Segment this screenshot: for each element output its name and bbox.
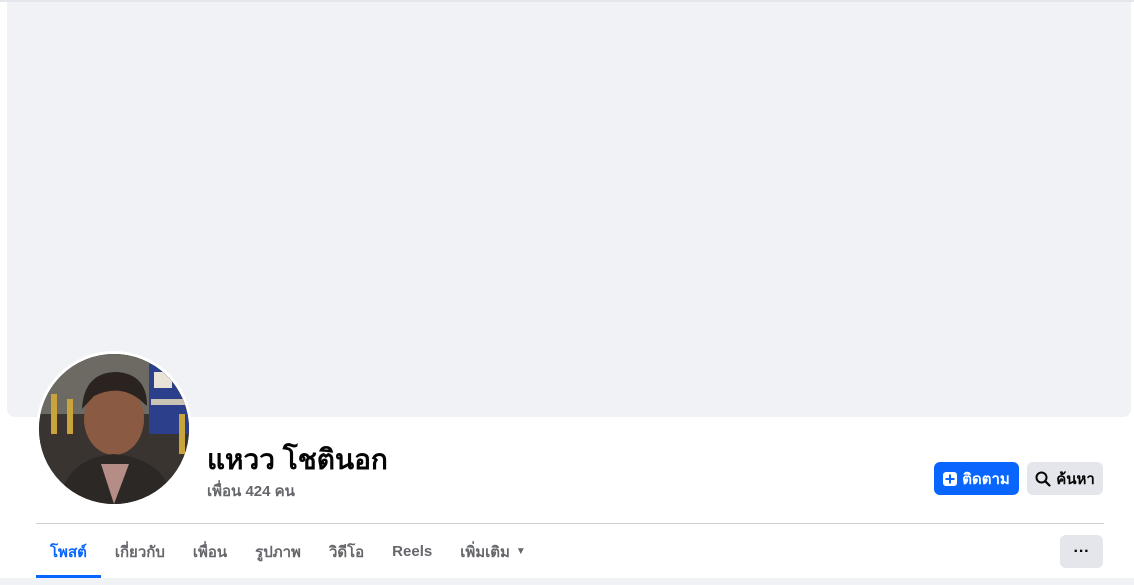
- search-icon: [1035, 471, 1051, 487]
- more-options-button[interactable]: ···: [1060, 535, 1103, 568]
- feed-background: [0, 578, 1134, 585]
- tab-label: รูปภาพ: [255, 543, 301, 561]
- cover-photo[interactable]: [7, 2, 1131, 417]
- tab-videos[interactable]: วิดีโอ: [315, 525, 378, 578]
- tab-photos[interactable]: รูปภาพ: [241, 525, 315, 578]
- tab-about[interactable]: เกี่ยวกับ: [101, 525, 179, 578]
- profile-photo-image: [39, 354, 189, 504]
- more-dots-icon: ···: [1073, 542, 1090, 560]
- tab-label: เกี่ยวกับ: [114, 543, 165, 561]
- search-button[interactable]: ค้นหา: [1027, 462, 1103, 495]
- tab-label: เพิ่มเติม: [460, 543, 510, 561]
- tab-label: Reels: [392, 543, 433, 560]
- friend-count[interactable]: เพื่อน 424 คน: [207, 479, 295, 503]
- tab-more[interactable]: เพิ่มเติม ▼: [446, 525, 540, 578]
- tab-reels[interactable]: Reels: [378, 525, 446, 578]
- profile-name: แหวว โชตินอก: [207, 444, 388, 475]
- profile-tabs: โพสต์ เกี่ยวกับ เพื่อน รูปภาพ วิดีโอ Ree…: [36, 525, 540, 578]
- tab-label: เพื่อน: [192, 543, 228, 561]
- add-friend-icon: [943, 471, 958, 486]
- search-label: ค้นหา: [1056, 470, 1095, 488]
- follow-label: ติดตาม: [962, 470, 1010, 488]
- follow-button[interactable]: ติดตาม: [934, 462, 1019, 495]
- tab-label: โพสต์: [50, 543, 87, 561]
- caret-down-icon: ▼: [515, 546, 526, 557]
- tab-label: วิดีโอ: [328, 543, 365, 561]
- profile-divider: [36, 523, 1104, 524]
- tab-friends[interactable]: เพื่อน: [179, 525, 241, 578]
- profile-picture[interactable]: [36, 351, 192, 507]
- tab-posts[interactable]: โพสต์: [36, 525, 101, 578]
